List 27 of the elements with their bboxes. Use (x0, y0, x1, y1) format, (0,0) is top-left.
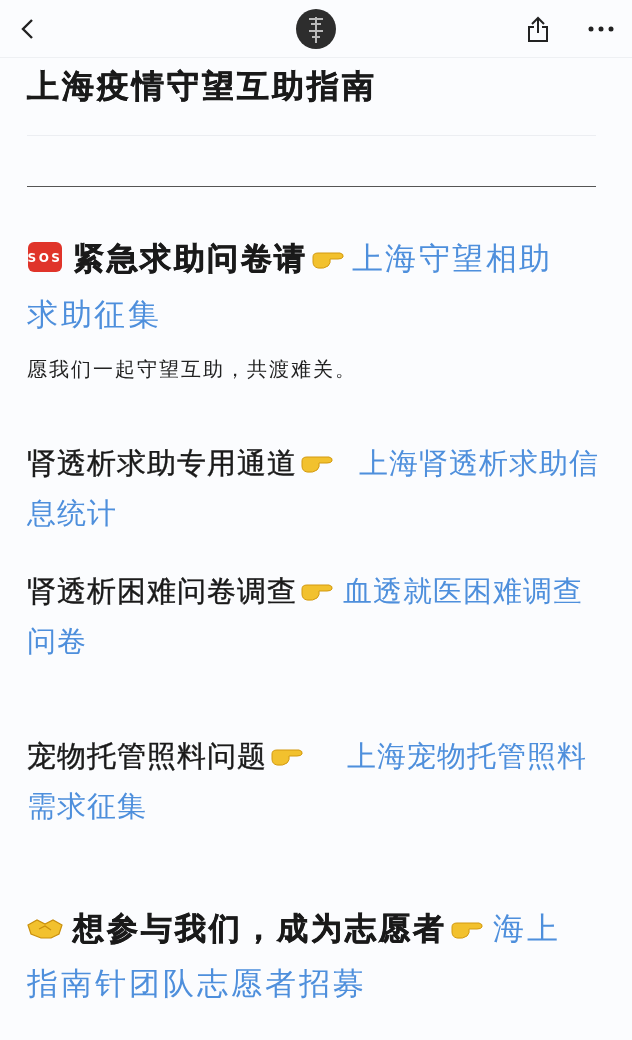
link[interactable]: 海上 (493, 910, 561, 946)
pointing-hand-icon (449, 919, 485, 941)
link[interactable]: 求助征集 (27, 296, 161, 332)
heading-text: 肾透析困难问卷调查 (27, 574, 297, 608)
pointing-hand-icon (309, 249, 346, 271)
sos-icon: SOS (27, 241, 63, 273)
link[interactable]: 息统计 (27, 496, 117, 530)
note-text: 愿我们一起守望互助，共渡难关。 (27, 356, 358, 382)
link[interactable]: 血透就医困难调查 (343, 574, 583, 608)
link[interactable]: 上海守望相助 (351, 240, 553, 276)
heading-text: 肾透析求助专用通道 (27, 446, 297, 480)
heading-text: 紧急求助问卷请 (73, 240, 308, 276)
link[interactable]: 上海肾透析求助信 (359, 446, 599, 480)
avatar-icon[interactable] (296, 9, 336, 49)
link[interactable]: 指南针团队志愿者招募 (27, 965, 367, 1001)
heading-text: 想参与我们，成为志愿者 (73, 910, 447, 946)
pointing-hand-icon (269, 746, 305, 768)
link[interactable]: 上海宠物托管照料 (347, 739, 587, 773)
share-icon[interactable] (526, 14, 550, 43)
article-title: 上海疫情守望互助指南 (27, 66, 378, 107)
pointing-hand-icon (299, 453, 335, 475)
more-icon[interactable] (588, 25, 614, 32)
heading-text: 宠物托管照料问题 (27, 739, 267, 773)
link[interactable]: 问卷 (27, 624, 87, 658)
link[interactable]: 需求征集 (27, 789, 147, 823)
pointing-hand-icon (299, 581, 335, 603)
handshake-icon (27, 917, 63, 941)
